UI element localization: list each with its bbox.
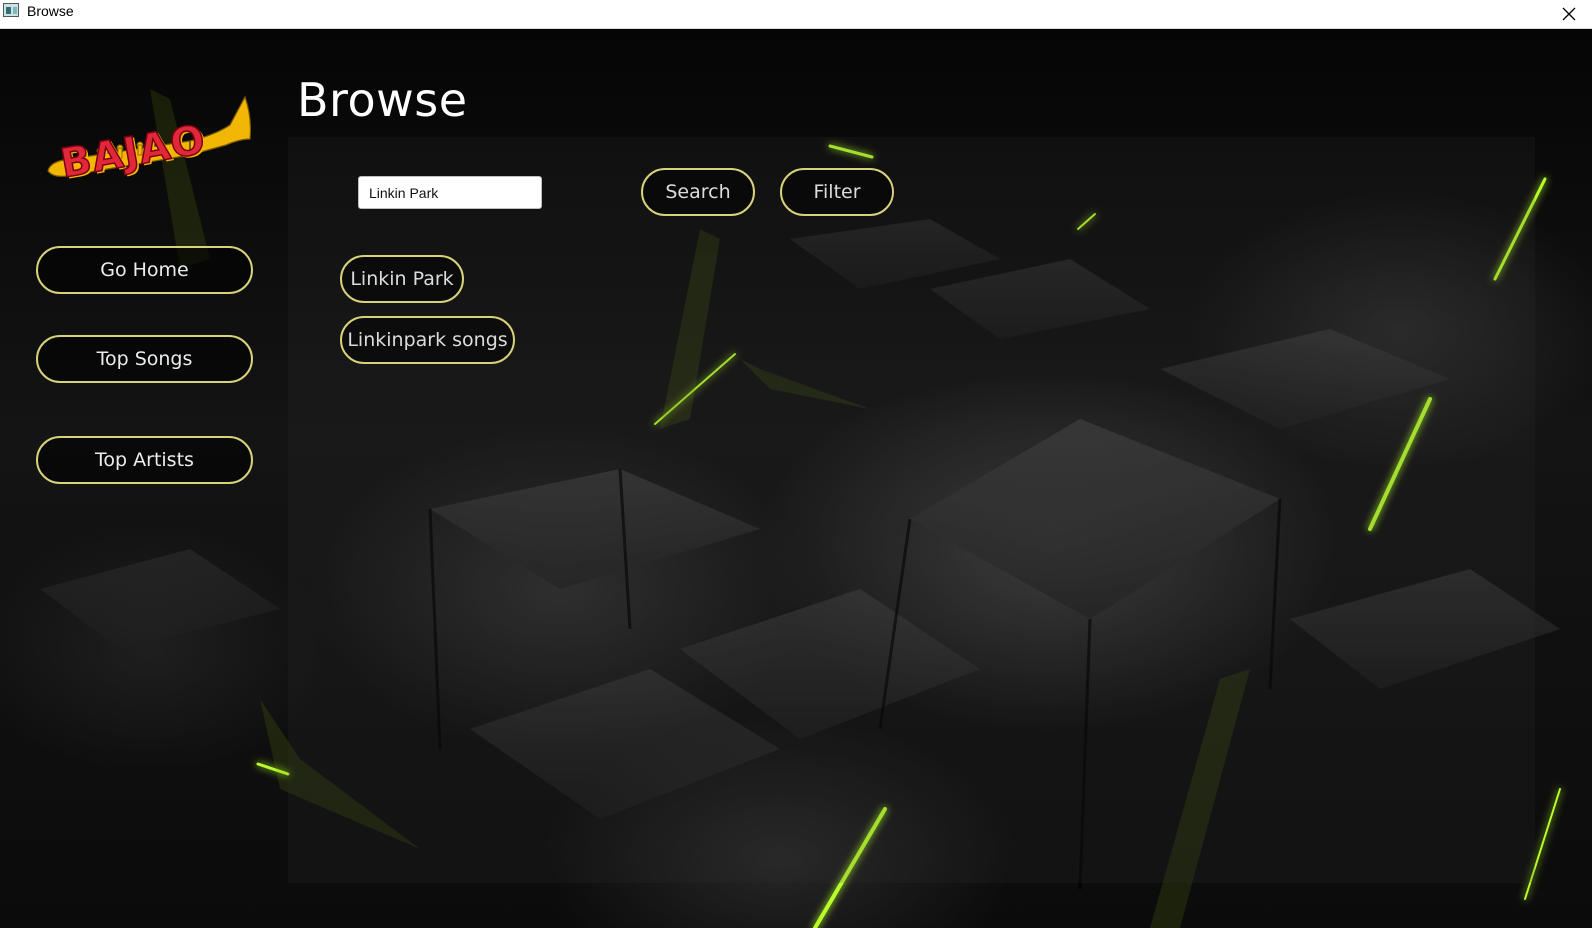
filter-button-label: Filter <box>813 181 861 203</box>
app-window: BAJAO Go Home Top Songs Top Artists Brow… <box>0 29 1592 928</box>
close-icon <box>1562 7 1576 21</box>
title-bar: Browse <box>0 0 1592 29</box>
search-input[interactable] <box>358 176 542 209</box>
result-item-label: Linkin Park <box>350 268 454 290</box>
sidebar-item-go-home[interactable]: Go Home <box>36 246 253 294</box>
logo: BAJAO <box>40 89 255 199</box>
content-panel <box>288 137 1535 883</box>
search-button[interactable]: Search <box>641 168 755 216</box>
close-button[interactable] <box>1546 0 1592 28</box>
page-title: Browse <box>297 73 468 127</box>
filter-button[interactable]: Filter <box>780 168 894 216</box>
sidebar-item-label: Go Home <box>100 259 189 281</box>
result-item-label: Linkinpark songs <box>347 329 508 351</box>
result-item[interactable]: Linkinpark songs <box>340 316 515 364</box>
sidebar-item-label: Top Artists <box>95 449 194 471</box>
sidebar-item-top-artists[interactable]: Top Artists <box>36 436 253 484</box>
result-item[interactable]: Linkin Park <box>340 255 464 303</box>
app-icon <box>3 3 19 17</box>
sidebar-item-top-songs[interactable]: Top Songs <box>36 335 253 383</box>
window-title: Browse <box>27 3 74 19</box>
sidebar-item-label: Top Songs <box>96 348 193 370</box>
search-button-label: Search <box>665 181 731 203</box>
